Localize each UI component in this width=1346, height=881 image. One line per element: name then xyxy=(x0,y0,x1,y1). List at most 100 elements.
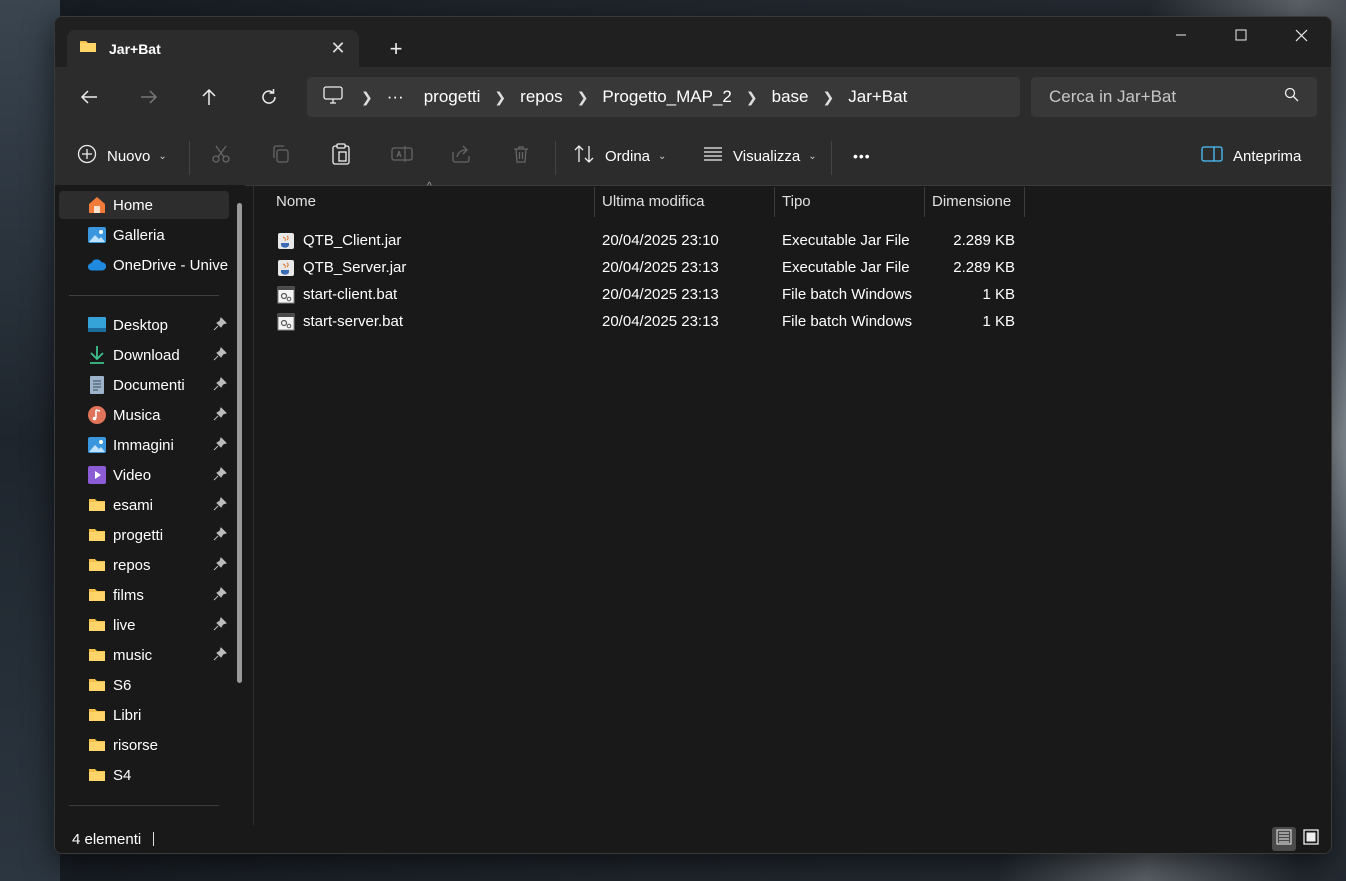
sidebar-item-label: Galleria xyxy=(113,226,165,244)
sidebar-item-documents[interactable]: Documenti xyxy=(59,371,229,399)
maximize-button[interactable] xyxy=(1211,17,1271,53)
column-resize-handle[interactable] xyxy=(924,187,925,217)
breadcrumb-repos[interactable]: repos xyxy=(510,87,573,107)
column-header-type[interactable]: Tipo xyxy=(782,185,811,217)
pin-icon[interactable] xyxy=(213,497,229,513)
sidebar-item-pictures[interactable]: Immagini xyxy=(59,431,229,459)
close-window-button[interactable] xyxy=(1271,17,1331,53)
navigation-pane: Home Galleria OneDrive - Univer Desktop xyxy=(55,185,245,825)
column-resize-handle[interactable] xyxy=(774,187,775,217)
sidebar-item-download[interactable]: Download xyxy=(59,341,229,369)
search-icon[interactable] xyxy=(1284,87,1299,107)
up-button[interactable] xyxy=(193,82,225,112)
chevron-right-icon[interactable]: ❯ xyxy=(490,89,510,106)
file-size: 1 KB xyxy=(982,286,1015,303)
chevron-right-icon[interactable]: ❯ xyxy=(742,89,762,106)
refresh-button[interactable] xyxy=(253,82,285,112)
chevron-right-icon[interactable]: ❯ xyxy=(357,89,377,106)
pin-icon[interactable] xyxy=(213,467,229,483)
pin-icon[interactable] xyxy=(213,317,229,333)
sidebar-item-video[interactable]: Video xyxy=(59,461,229,489)
file-row[interactable]: start-server.bat 20/04/2025 23:13 File b… xyxy=(265,308,1025,335)
paste-button[interactable] xyxy=(331,141,351,171)
computer-icon[interactable] xyxy=(323,85,343,109)
sidebar-item-repos[interactable]: repos xyxy=(59,551,229,579)
breadcrumb-overflow[interactable]: ··· xyxy=(377,87,414,107)
rename-button[interactable] xyxy=(391,141,413,171)
file-explorer-window: Jar+Bat ✕ + ❯ ··· progetti ❯ repos ❯ Pro… xyxy=(54,16,1332,854)
sidebar-item-risorse[interactable]: risorse xyxy=(59,731,229,759)
sidebar-item-s6[interactable]: S6 xyxy=(59,671,229,699)
search-box[interactable]: Cerca in Jar+Bat xyxy=(1031,77,1317,117)
address-bar[interactable]: ❯ ··· progetti ❯ repos ❯ Progetto_MAP_2 … xyxy=(307,77,1020,117)
sidebar-item-music[interactable]: Musica xyxy=(59,401,229,429)
file-type: Executable Jar File xyxy=(782,259,910,276)
breadcrumb-progetti[interactable]: progetti xyxy=(414,87,491,107)
pin-icon[interactable] xyxy=(213,437,229,453)
sidebar-item-s4[interactable]: S4 xyxy=(59,761,229,789)
sort-button[interactable]: Ordina ⌄ xyxy=(573,141,666,171)
sidebar-item-esami[interactable]: esami xyxy=(59,491,229,519)
cut-button[interactable] xyxy=(211,141,231,171)
pin-icon[interactable] xyxy=(213,587,229,603)
minimize-button[interactable] xyxy=(1151,17,1211,53)
view-button[interactable]: Visualizza ⌄ xyxy=(703,141,817,171)
sidebar-item-libri[interactable]: Libri xyxy=(59,701,229,729)
desktop-icon xyxy=(87,315,107,335)
file-size: 2.289 KB xyxy=(953,232,1015,249)
chevron-right-icon[interactable]: ❯ xyxy=(819,89,839,106)
breadcrumb-progetto-map-2[interactable]: Progetto_MAP_2 xyxy=(592,87,741,107)
sidebar-item-label: Musica xyxy=(113,406,161,424)
new-button[interactable]: Nuovo ⌄ xyxy=(77,141,167,171)
breadcrumb-jar-bat[interactable]: Jar+Bat xyxy=(838,87,917,107)
sidebar-item-label: OneDrive - Univer xyxy=(113,256,229,274)
copy-button[interactable] xyxy=(271,141,291,171)
pin-icon[interactable] xyxy=(213,377,229,393)
pin-icon[interactable] xyxy=(213,617,229,633)
search-input[interactable]: Cerca in Jar+Bat xyxy=(1049,87,1284,107)
file-row[interactable]: start-client.bat 20/04/2025 23:13 File b… xyxy=(265,281,1025,308)
folder-icon xyxy=(87,555,107,575)
pin-icon[interactable] xyxy=(213,557,229,573)
column-header-name[interactable]: Nome xyxy=(276,185,316,217)
column-resize-handle[interactable] xyxy=(1024,187,1025,217)
file-row[interactable]: QTB_Client.jar 20/04/2025 23:10 Executab… xyxy=(265,227,1025,254)
large-icons-view-button[interactable] xyxy=(1299,827,1323,851)
chevron-right-icon[interactable]: ❯ xyxy=(573,89,593,106)
details-view-icon xyxy=(1276,829,1292,850)
share-button[interactable] xyxy=(451,141,471,171)
breadcrumb-base[interactable]: base xyxy=(762,87,819,107)
more-options-button[interactable]: ••• xyxy=(853,141,871,171)
sidebar-item-films[interactable]: films xyxy=(59,581,229,609)
sidebar-item-label: S6 xyxy=(113,676,132,694)
sidebar-item-desktop[interactable]: Desktop xyxy=(59,311,229,339)
sidebar-item-live[interactable]: live xyxy=(59,611,229,639)
pin-icon[interactable] xyxy=(213,347,229,363)
pin-icon[interactable] xyxy=(213,647,229,663)
back-button[interactable] xyxy=(73,82,105,112)
folder-icon xyxy=(87,735,107,755)
new-tab-button[interactable]: + xyxy=(381,35,411,63)
sidebar-item-progetti[interactable]: progetti xyxy=(59,521,229,549)
sidebar-item-onedrive[interactable]: OneDrive - Univer xyxy=(59,251,229,279)
status-bar: 4 elementi xyxy=(55,825,1331,853)
column-header-size[interactable]: Dimensione xyxy=(932,185,1011,217)
file-row[interactable]: QTB_Server.jar 20/04/2025 23:13 Executab… xyxy=(265,254,1025,281)
column-resize-handle[interactable] xyxy=(594,187,595,217)
preview-button[interactable]: Anteprima xyxy=(1201,141,1301,171)
pin-icon[interactable] xyxy=(213,527,229,543)
sidebar-item-gallery[interactable]: Galleria xyxy=(59,221,229,249)
details-view-button[interactable] xyxy=(1272,827,1296,851)
tab-jar-bat[interactable]: Jar+Bat ✕ xyxy=(67,30,359,67)
folder-icon xyxy=(87,645,107,665)
sidebar-item-music-folder[interactable]: music xyxy=(59,641,229,669)
sidebar-item-label: live xyxy=(113,616,136,634)
pane-divider[interactable] xyxy=(253,185,254,825)
delete-button[interactable] xyxy=(511,141,531,171)
close-tab-icon[interactable]: ✕ xyxy=(323,34,353,64)
forward-button[interactable] xyxy=(133,82,165,112)
column-header-modified[interactable]: Ultima modifica xyxy=(602,185,705,217)
sidebar-item-home[interactable]: Home xyxy=(59,191,229,219)
sidebar-scrollbar[interactable] xyxy=(237,203,242,683)
pin-icon[interactable] xyxy=(213,407,229,423)
